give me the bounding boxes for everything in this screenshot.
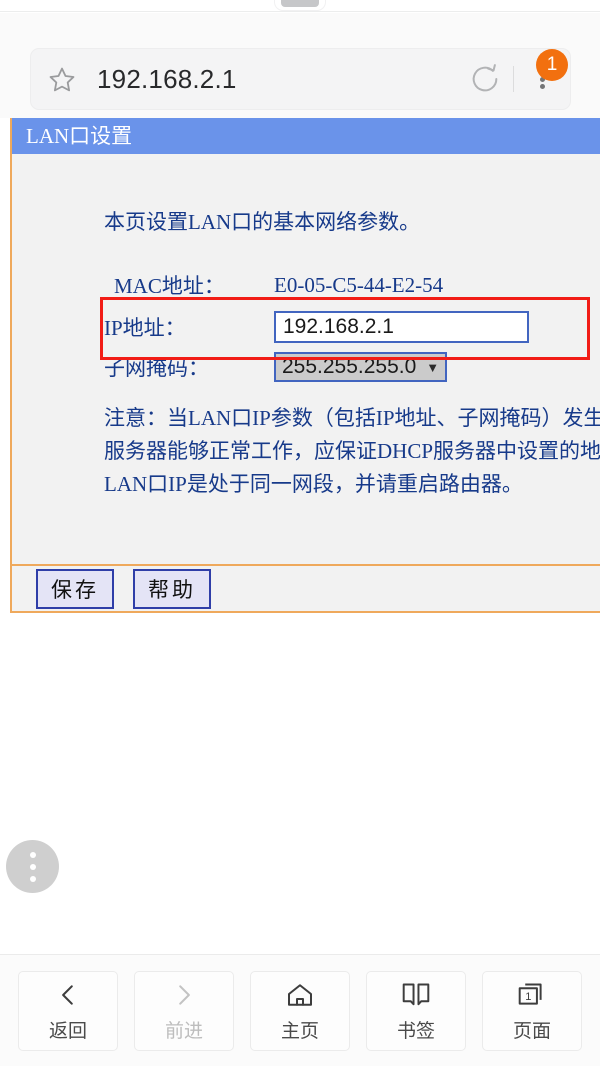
status-drag-handle[interactable] <box>281 0 319 7</box>
browser-chrome: 192.168.2.1 1 <box>0 13 600 118</box>
page-viewport: LAN口设置 本页设置LAN口的基本网络参数。 MAC地址： E0-05-C5-… <box>0 118 600 954</box>
subnet-mask-label: 子网掩码： <box>104 356 209 380</box>
save-button[interactable]: 保存 <box>36 568 114 609</box>
reload-icon[interactable] <box>457 48 513 110</box>
nav-back-label: 返回 <box>48 1020 87 1042</box>
status-strip <box>0 0 600 12</box>
mac-address-label: MAC地址： <box>114 274 225 298</box>
notice-line-1: 注意：当LAN口IP参数（包括IP地址、子网掩码）发生 <box>104 406 600 430</box>
nav-bookmarks-label: 书签 <box>396 1020 435 1042</box>
nav-back-button[interactable]: 返回 <box>18 970 118 1051</box>
browser-menu-button[interactable]: 1 <box>514 48 570 110</box>
subnet-mask-row: 子网掩码： 255.255.255.0 ▼ <box>104 352 448 382</box>
panel-bottom-edge <box>12 611 600 613</box>
fab-dot-3 <box>29 875 36 882</box>
url-text[interactable]: 192.168.2.1 <box>93 64 457 95</box>
lan-settings-panel: LAN口设置 本页设置LAN口的基本网络参数。 MAC地址： E0-05-C5-… <box>10 118 600 613</box>
address-bar[interactable]: 192.168.2.1 1 <box>30 48 571 110</box>
book-icon <box>400 979 432 1011</box>
mac-address-row: MAC地址： E0-05-C5-44-E2-54 <box>104 270 443 300</box>
notice-line-3: LAN口IP是处于同一网段，并请重启路由器。 <box>104 472 523 496</box>
subnet-mask-value: 255.255.255.0 <box>282 355 417 378</box>
fab-dot-2 <box>29 863 36 870</box>
notice-text: 注意：当LAN口IP参数（包括IP地址、子网掩码）发生 服务器能够正常工作，应保… <box>104 402 600 501</box>
panel-title: LAN口设置 <box>12 118 600 154</box>
nav-tabs-button[interactable]: 1 页面 <box>482 970 582 1051</box>
chevron-right-icon <box>171 979 197 1011</box>
help-button[interactable]: 帮助 <box>133 568 211 609</box>
fab-dot-1 <box>29 851 36 858</box>
nav-home-button[interactable]: 主页 <box>250 970 350 1051</box>
ip-address-label: IP地址： <box>104 316 186 340</box>
nav-bookmarks-button[interactable]: 书签 <box>366 970 466 1051</box>
mac-address-value: E0-05-C5-44-E2-54 <box>274 272 444 297</box>
bookmark-star-icon[interactable] <box>31 48 93 110</box>
bottom-navigation-bar: 返回 前进 主页 书签 1 页面 <box>0 954 600 1066</box>
kebab-dot-3 <box>539 84 545 89</box>
subnet-mask-select[interactable]: 255.255.255.0 ▼ <box>274 352 448 382</box>
svg-text:1: 1 <box>525 991 531 1003</box>
nav-forward-button[interactable]: 前进 <box>134 970 234 1051</box>
nav-forward-label: 前进 <box>164 1020 203 1042</box>
notice-line-2: 服务器能够正常工作，应保证DHCP服务器中设置的地 <box>104 439 600 463</box>
home-icon <box>285 979 315 1011</box>
menu-notification-badge: 1 <box>536 49 568 81</box>
panel-footer: 保存 帮助 <box>12 564 600 611</box>
ip-address-row: IP地址： <box>104 311 529 343</box>
chevron-down-icon: ▼ <box>426 359 440 375</box>
page-kebab-menu-icon[interactable] <box>6 840 59 893</box>
screen-root: 192.168.2.1 1 LAN口设置 本页设置LAN口的基本网络参数。 MA… <box>0 0 600 1066</box>
ip-address-input[interactable] <box>274 311 529 343</box>
nav-home-label: 主页 <box>280 1020 319 1042</box>
nav-tabs-label: 页面 <box>512 1020 551 1042</box>
panel-body: 本页设置LAN口的基本网络参数。 MAC地址： E0-05-C5-44-E2-5… <box>12 154 600 564</box>
tabs-icon: 1 <box>516 979 548 1011</box>
chevron-left-icon <box>55 979 81 1011</box>
intro-text: 本页设置LAN口的基本网络参数。 <box>104 210 421 234</box>
